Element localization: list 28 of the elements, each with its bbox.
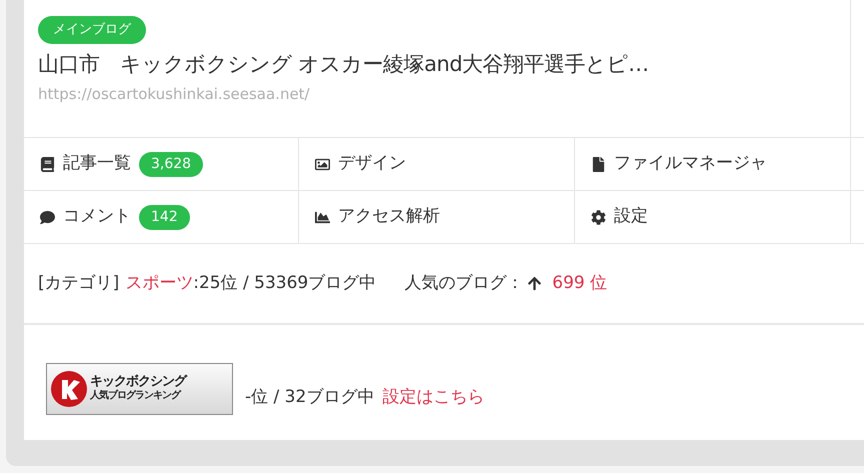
menu-link[interactable]: 記事一覧 [63,151,131,177]
category-label: [カテゴリ] [38,272,120,295]
menu-link[interactable]: デザイン [338,151,406,177]
category-link[interactable]: スポーツ [125,270,194,296]
settings-link[interactable]: 設定はこちら [382,384,484,410]
file-icon [591,156,606,172]
banner-title: キックボクシング [90,375,186,390]
menu-link[interactable]: アクセス解析 [338,204,440,230]
popular-rank: 699 位 [552,272,608,295]
category-rank: :25位 / 53369ブログ中 [193,272,376,295]
menu-link[interactable]: コメント [63,204,131,230]
blog-title[interactable]: 山口市 キックボクシング オスカー綾塚and大谷翔平選手とピ… [38,49,649,80]
main-blog-badge: メインブログ [38,16,146,44]
logo-icon [50,370,88,408]
menu-link[interactable]: ファイルマネージャ [614,151,767,177]
menu-link[interactable]: 設定 [614,204,648,230]
arrow-up-icon [527,276,542,291]
ranking-banner[interactable]: キックボクシング 人気ブログランキング [46,362,233,414]
speech-bubble-icon [40,210,55,224]
popular-label: 人気のブログ： [404,272,524,295]
ranking-text: -位 / 32ブログ中 [245,386,374,409]
book-icon [40,156,55,172]
count-badge: 3,628 [139,152,204,176]
area-chart-icon [315,210,330,224]
gear-icon [591,210,606,224]
image-icon [315,156,330,172]
banner-subtitle: 人気ブログランキング [90,390,182,402]
count-badge: 142 [139,204,190,230]
